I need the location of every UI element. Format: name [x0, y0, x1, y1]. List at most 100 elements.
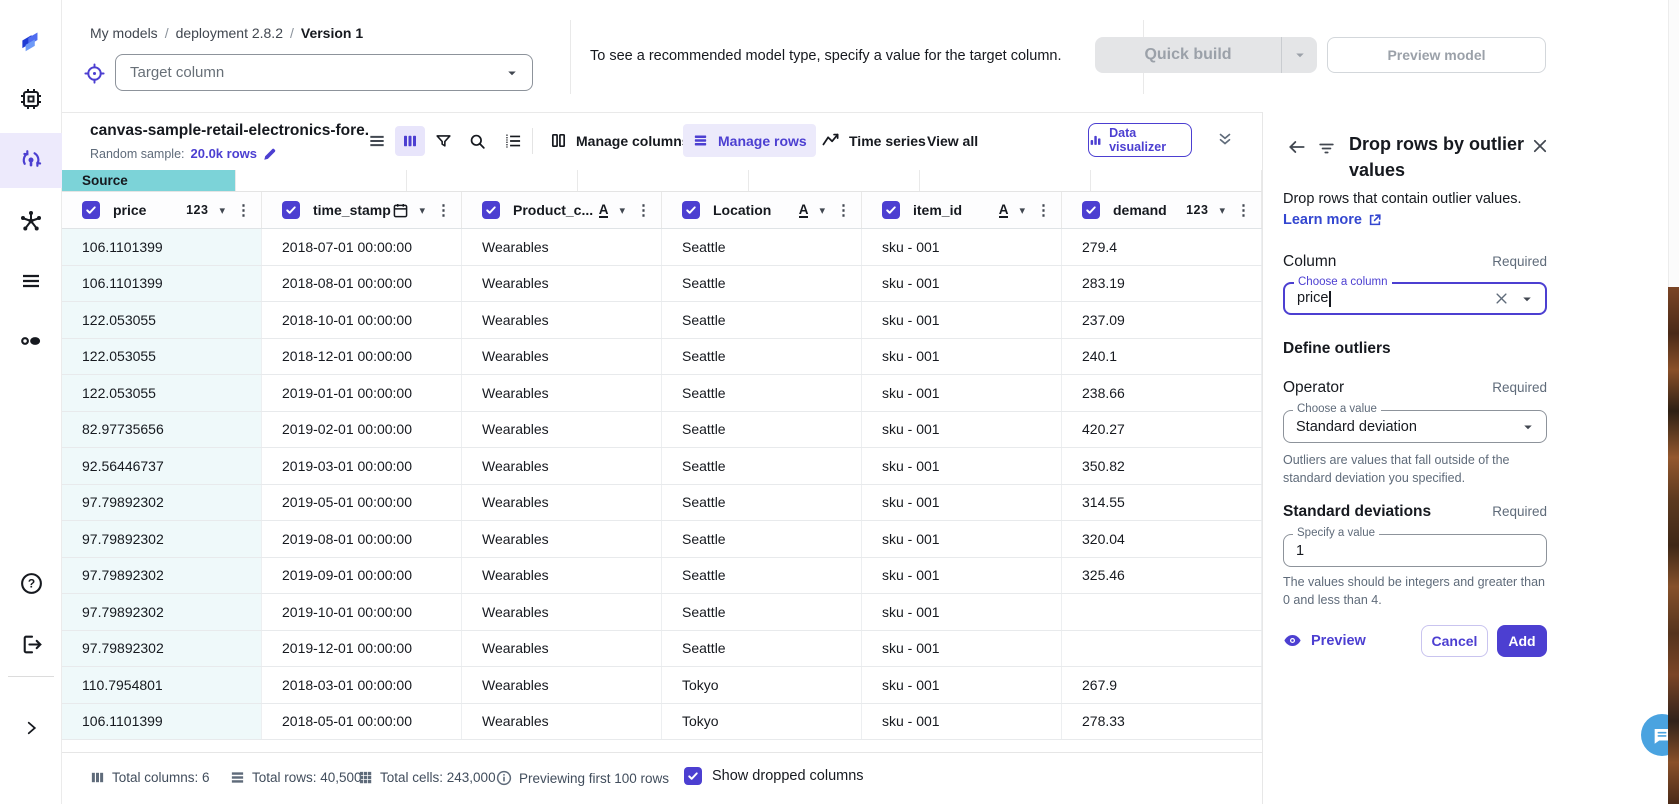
view-list-icon[interactable] — [362, 126, 392, 156]
table-cell[interactable]: 420.27 — [1062, 412, 1262, 448]
view-columns-icon[interactable] — [395, 126, 425, 156]
preview-link[interactable]: Preview — [1283, 631, 1366, 650]
table-cell[interactable]: 106.1101399 — [62, 704, 262, 740]
table-cell[interactable]: Tokyo — [662, 704, 862, 740]
table-cell[interactable]: Seattle — [662, 339, 862, 375]
table-cell[interactable]: sku - 001 — [862, 704, 1062, 740]
column-menu-icon[interactable]: ⋮ — [1236, 201, 1251, 219]
table-cell[interactable]: Wearables — [462, 266, 662, 302]
table-cell[interactable]: 97.79892302 — [62, 631, 262, 667]
table-cell[interactable]: 240.1 — [1062, 339, 1262, 375]
back-icon[interactable] — [1287, 137, 1307, 162]
table-cell[interactable]: sku - 001 — [862, 667, 1062, 703]
table-cell[interactable]: 2019-05-01 00:00:00 — [262, 485, 462, 521]
table-cell[interactable]: Wearables — [462, 631, 662, 667]
table-cell[interactable]: sku - 001 — [862, 631, 1062, 667]
table-cell[interactable]: sku - 001 — [862, 302, 1062, 338]
table-cell[interactable]: Wearables — [462, 302, 662, 338]
table-cell[interactable]: 2019-08-01 00:00:00 — [262, 521, 462, 557]
target-column-select[interactable]: Target column — [115, 54, 533, 91]
table-cell[interactable]: Wearables — [462, 229, 662, 265]
column-checkbox[interactable] — [82, 201, 100, 219]
close-icon[interactable] — [1531, 137, 1549, 160]
table-cell[interactable]: 325.46 — [1062, 558, 1262, 594]
scrollbar[interactable] — [1668, 0, 1679, 804]
column-checkbox[interactable] — [282, 201, 300, 219]
column-header-Product_c...[interactable]: Product_c...A▾⋮ — [462, 192, 662, 228]
sample-rows-link[interactable]: 20.0k rows — [191, 146, 258, 161]
column-menu-icon[interactable]: ⋮ — [236, 201, 251, 219]
table-cell[interactable]: Seattle — [662, 558, 862, 594]
table-cell[interactable]: 238.66 — [1062, 375, 1262, 411]
column-checkbox[interactable] — [482, 201, 500, 219]
table-cell[interactable]: 2019-10-01 00:00:00 — [262, 594, 462, 630]
table-cell[interactable]: sku - 001 — [862, 448, 1062, 484]
table-cell[interactable]: sku - 001 — [862, 339, 1062, 375]
pencil-icon[interactable] — [263, 147, 277, 161]
table-cell[interactable]: 279.4 — [1062, 229, 1262, 265]
workflow-icon[interactable] — [0, 199, 62, 243]
column-checkbox[interactable] — [1082, 201, 1100, 219]
table-cell[interactable]: 2019-02-01 00:00:00 — [262, 412, 462, 448]
table-cell[interactable]: 122.053055 — [62, 375, 262, 411]
learn-more-link[interactable]: Learn more — [1283, 212, 1382, 228]
table-cell[interactable]: 97.79892302 — [62, 594, 262, 630]
table-cell[interactable]: sku - 001 — [862, 594, 1062, 630]
table-cell[interactable]: 2019-01-01 00:00:00 — [262, 375, 462, 411]
table-cell[interactable]: Wearables — [462, 558, 662, 594]
collapse-icon[interactable] — [1216, 130, 1234, 153]
table-cell[interactable]: 122.053055 — [62, 339, 262, 375]
table-cell[interactable]: sku - 001 — [862, 412, 1062, 448]
column-input[interactable]: Choose a column price — [1283, 282, 1547, 315]
table-cell[interactable]: Wearables — [462, 339, 662, 375]
chevron-down-icon[interactable] — [1522, 421, 1534, 433]
quick-build-menu-button[interactable] — [1281, 37, 1317, 73]
add-button[interactable]: Add — [1497, 625, 1547, 657]
chevron-down-icon[interactable]: ▾ — [1219, 204, 1225, 217]
table-cell[interactable]: 278.33 — [1062, 704, 1262, 740]
table-cell[interactable]: 2019-03-01 00:00:00 — [262, 448, 462, 484]
view-all-button[interactable]: View all — [918, 124, 987, 157]
table-cell[interactable] — [1062, 594, 1262, 630]
operator-select[interactable]: Choose a value Standard deviation — [1283, 410, 1547, 443]
table-cell[interactable]: 97.79892302 — [62, 521, 262, 557]
table-cell[interactable]: 2018-08-01 00:00:00 — [262, 266, 462, 302]
table-cell[interactable]: Seattle — [662, 302, 862, 338]
column-menu-icon[interactable]: ⋮ — [1036, 201, 1051, 219]
column-header-price[interactable]: price123▾⋮ — [62, 192, 262, 228]
data-visualizer-button[interactable]: Data visualizer — [1088, 123, 1192, 157]
logout-icon[interactable] — [0, 622, 62, 666]
stddev-input[interactable]: Specify a value 1 — [1283, 534, 1547, 567]
table-cell[interactable]: 314.55 — [1062, 485, 1262, 521]
table-cell[interactable]: 106.1101399 — [62, 229, 262, 265]
breadcrumb-my-models[interactable]: My models — [90, 25, 158, 41]
table-cell[interactable]: Wearables — [462, 375, 662, 411]
table-cell[interactable]: 110.7954801 — [62, 667, 262, 703]
table-cell[interactable]: Seattle — [662, 229, 862, 265]
column-header-demand[interactable]: demand123▾⋮ — [1062, 192, 1262, 228]
table-cell[interactable]: Wearables — [462, 704, 662, 740]
filter-icon[interactable] — [428, 126, 458, 156]
chevron-down-icon[interactable] — [1521, 293, 1533, 305]
table-cell[interactable]: 2019-12-01 00:00:00 — [262, 631, 462, 667]
table-cell[interactable]: 106.1101399 — [62, 266, 262, 302]
show-dropped-columns-checkbox[interactable]: Show dropped columns — [684, 767, 864, 785]
table-cell[interactable]: Tokyo — [662, 667, 862, 703]
text-type-icon[interactable]: A — [999, 203, 1009, 218]
help-icon[interactable]: ? — [0, 561, 62, 605]
quick-build-button[interactable]: Quick build — [1095, 37, 1281, 73]
table-cell[interactable]: sku - 001 — [862, 485, 1062, 521]
table-cell[interactable]: 267.9 — [1062, 667, 1262, 703]
time-series-button[interactable]: Time series — [812, 124, 935, 157]
table-cell[interactable]: 92.56446737 — [62, 448, 262, 484]
table-cell[interactable]: 350.82 — [1062, 448, 1262, 484]
cancel-button[interactable]: Cancel — [1421, 625, 1488, 657]
table-cell[interactable]: Seattle — [662, 448, 862, 484]
table-cell[interactable]: Seattle — [662, 594, 862, 630]
number-type-icon[interactable]: 123 — [186, 203, 208, 217]
table-cell[interactable]: 122.053055 — [62, 302, 262, 338]
text-type-icon[interactable]: A — [599, 203, 609, 218]
table-cell[interactable]: sku - 001 — [862, 558, 1062, 594]
chevron-down-icon[interactable]: ▾ — [819, 204, 825, 217]
table-cell[interactable]: Seattle — [662, 266, 862, 302]
